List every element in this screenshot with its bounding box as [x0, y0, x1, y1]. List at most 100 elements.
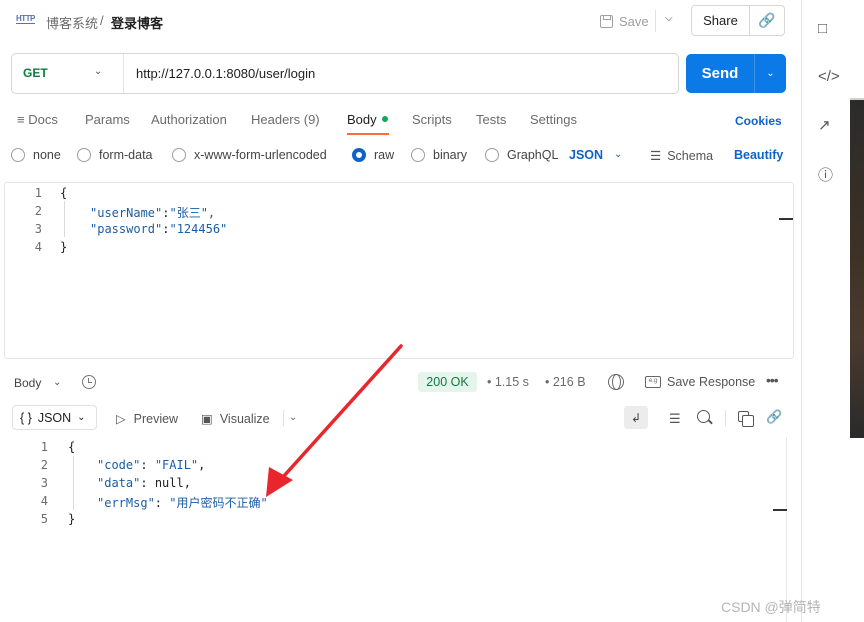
tab-docs[interactable]: ≡ Docs	[17, 112, 58, 127]
save-response-icon: e.g	[645, 376, 661, 388]
watermark: CSDN @弹简特	[721, 599, 821, 615]
more-options-icon[interactable]: •••	[766, 372, 779, 388]
background-window-content	[850, 98, 864, 438]
response-size-value: 216 B	[552, 375, 586, 389]
breadcrumb-request-name[interactable]: 登录博客	[111, 13, 163, 32]
code-line: "password":"124456"	[90, 222, 228, 236]
code-line: "code": "FAIL",	[97, 458, 206, 472]
radio-circle	[485, 148, 499, 162]
line-number: 3	[40, 476, 48, 490]
save-label: Save	[619, 13, 649, 29]
code-brace: {	[60, 186, 68, 200]
indent-guide	[73, 456, 74, 510]
search-icon[interactable]	[697, 410, 710, 423]
globe-icon[interactable]	[608, 374, 624, 390]
radio-binary[interactable]: binary	[411, 148, 467, 162]
json-comma: ,	[198, 458, 206, 472]
chevron-down-icon[interactable]: ⌄	[53, 377, 61, 388]
copy-icon[interactable]	[738, 411, 754, 427]
json-key: "password"	[90, 222, 163, 236]
json-key: "code"	[97, 458, 141, 472]
http-request-icon: HTTP	[16, 14, 35, 24]
filter-icon[interactable]: ☰	[669, 411, 681, 427]
radio-label: GraphQL	[507, 148, 559, 162]
scrollbar[interactable]	[779, 218, 793, 220]
line-number: 4	[40, 494, 48, 508]
link-icon[interactable]: 🔗	[766, 409, 782, 425]
radio-circle	[77, 148, 91, 162]
preview-button[interactable]: ▷ Preview	[116, 411, 178, 427]
cookies-link[interactable]: Cookies	[735, 114, 782, 128]
divider	[725, 410, 726, 426]
divider	[850, 98, 864, 100]
radio-raw[interactable]: raw	[352, 148, 394, 162]
line-number: 1	[34, 186, 42, 200]
tab-scripts[interactable]: Scripts	[412, 112, 452, 127]
divider	[123, 54, 124, 93]
response-format-select[interactable]: { } JSON ⌄	[12, 405, 97, 430]
save-response-button[interactable]: e.g Save Response	[645, 375, 755, 389]
chevron-down-icon[interactable]: ⌄	[289, 412, 297, 423]
annotation-arrow-head	[266, 467, 293, 497]
radio-x-www-form-urlencoded[interactable]: x-www-form-urlencoded	[172, 148, 327, 162]
radio-circle-checked	[352, 148, 366, 162]
copy-link-icon[interactable]: 🔗	[750, 5, 785, 36]
tab-tests[interactable]: Tests	[476, 112, 506, 127]
breadcrumb-collection[interactable]: 博客系统	[46, 13, 98, 32]
chevron-down-icon[interactable]: ⌄	[94, 66, 102, 77]
line-number: 3	[34, 222, 42, 236]
radio-none[interactable]: none	[11, 148, 61, 162]
line-number: 4	[34, 240, 42, 254]
code-line: "userName":"张三",	[90, 206, 216, 220]
radio-label: x-www-form-urlencoded	[194, 148, 327, 162]
docs-icon: ≡	[17, 112, 25, 127]
tab-headers[interactable]: Headers (9)	[251, 112, 320, 127]
active-tab-indicator	[347, 133, 389, 135]
share-button[interactable]: Share	[691, 5, 750, 36]
body-modified-indicator	[382, 116, 388, 122]
braces-icon: { }	[20, 410, 32, 425]
send-options-chevron-icon[interactable]: ⌄	[755, 68, 786, 79]
method-select[interactable]: GET	[23, 66, 48, 80]
code-brace: }	[68, 512, 76, 526]
code-brace: {	[68, 440, 76, 454]
comments-icon[interactable]: □	[818, 20, 827, 37]
save-button[interactable]: Save	[600, 11, 649, 31]
tab-params[interactable]: Params	[85, 112, 130, 127]
tab-docs-label: Docs	[28, 112, 58, 127]
tab-body[interactable]: Body	[347, 112, 377, 127]
json-key: "userName"	[90, 206, 163, 220]
divider	[283, 410, 284, 426]
tab-settings[interactable]: Settings	[530, 112, 577, 127]
response-time: • 1.15 s	[487, 375, 529, 389]
line-number: 2	[34, 204, 42, 218]
tab-authorization[interactable]: Authorization	[151, 112, 227, 127]
scrollbar[interactable]	[773, 509, 787, 511]
beautify-button[interactable]: Beautify	[734, 148, 783, 162]
history-icon[interactable]	[82, 375, 96, 389]
response-body-label[interactable]: Body	[14, 376, 41, 390]
info-icon[interactable]: ⓘ	[818, 164, 833, 185]
chevron-down-icon[interactable]: ⌄	[614, 149, 622, 160]
json-comma: ,	[183, 476, 191, 490]
expand-icon[interactable]: ↗	[818, 116, 831, 134]
code-line: "errMsg": "用户密码不正确"	[97, 496, 268, 510]
schema-label: Schema	[667, 148, 714, 163]
line-number: 5	[40, 512, 48, 526]
url-input[interactable]	[136, 64, 656, 82]
code-icon[interactable]: </>	[818, 68, 840, 85]
send-label: Send	[701, 65, 739, 82]
json-value: "FAIL"	[154, 458, 199, 472]
status-badge: 200 OK	[418, 372, 477, 392]
radio-graphql[interactable]: GraphQL	[485, 148, 558, 162]
response-time-value: 1.15 s	[494, 375, 529, 389]
send-button[interactable]: Send ⌄	[686, 54, 786, 93]
radio-form-data[interactable]: form-data	[77, 148, 153, 162]
json-value: null	[154, 476, 184, 490]
radio-circle	[172, 148, 186, 162]
save-options-chevron-icon[interactable]: ⌵	[665, 13, 673, 24]
raw-format-select[interactable]: JSON	[569, 148, 603, 162]
schema-button[interactable]: ☰ Schema	[650, 148, 714, 164]
visualize-button[interactable]: ▣ Visualize	[201, 411, 270, 427]
wrap-lines-icon[interactable]: ↲	[624, 406, 648, 429]
